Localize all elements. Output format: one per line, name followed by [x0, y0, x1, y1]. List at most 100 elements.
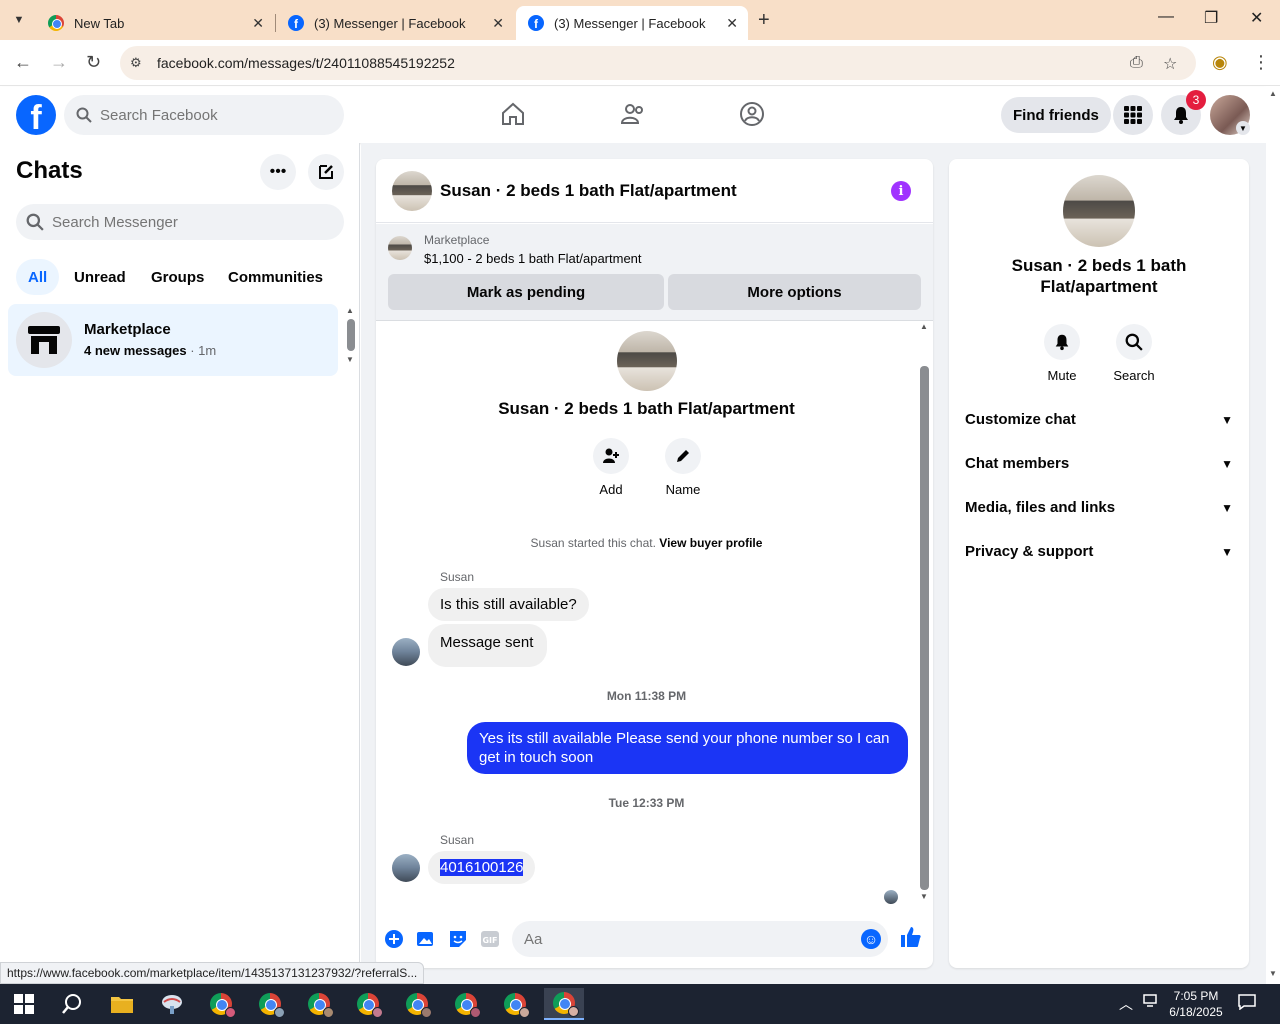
facebook-search-input[interactable]: [100, 106, 320, 124]
home-icon[interactable]: [500, 101, 526, 133]
find-friends-button[interactable]: Find friends: [1001, 97, 1111, 133]
scroll-down-arrow-icon[interactable]: ▼: [920, 892, 928, 901]
search-action[interactable]: Search: [1104, 324, 1164, 383]
chrome-profile-icon[interactable]: [299, 988, 339, 1020]
conversation-profile-name: Susan · 2 beds 1 bath Flat/apartment: [498, 399, 795, 418]
chrome-profile-icon[interactable]: [397, 988, 437, 1020]
kebab-menu-icon[interactable]: ⋮: [1252, 52, 1270, 73]
tab-close-icon[interactable]: ✕: [252, 15, 264, 32]
chat-members-section[interactable]: Chat members ▼: [965, 455, 1233, 472]
message-input-box[interactable]: [512, 921, 888, 957]
show-hidden-icons-chevron-icon[interactable]: ︿: [1119, 994, 1133, 1014]
customize-chat-section[interactable]: Customize chat ▼: [965, 411, 1233, 428]
mark-as-pending-button[interactable]: Mark as pending: [388, 274, 664, 310]
chrome-profile-icon[interactable]: [446, 988, 486, 1020]
plus-circle-icon[interactable]: [383, 928, 405, 950]
incoming-message[interactable]: 4016100126: [428, 851, 536, 884]
reload-icon[interactable]: ↻: [86, 52, 101, 73]
mute-action[interactable]: Mute: [1032, 324, 1092, 383]
chrome-profile-icon-active[interactable]: [544, 988, 584, 1020]
scroll-up-arrow-icon[interactable]: ▲: [346, 306, 356, 315]
sender-avatar[interactable]: [392, 854, 420, 882]
install-app-icon[interactable]: ⎙: [1130, 54, 1143, 72]
browser-tab-new-tab[interactable]: New Tab ✕: [36, 6, 274, 40]
app-icon[interactable]: [152, 988, 192, 1020]
network-icon[interactable]: [1143, 994, 1159, 1011]
listing-thumbnail[interactable]: [388, 236, 412, 260]
view-buyer-profile-link[interactable]: View buyer profile: [659, 536, 762, 550]
profile-icon[interactable]: ◉: [1212, 52, 1228, 73]
tab-close-icon[interactable]: ✕: [726, 15, 738, 32]
listing-avatar[interactable]: [392, 171, 432, 211]
omnibox[interactable]: ⚙ facebook.com/messages/t/24011088545192…: [120, 46, 1196, 80]
name-action[interactable]: Name: [653, 438, 713, 497]
search-icon[interactable]: [52, 988, 92, 1020]
info-profile-avatar[interactable]: [1063, 175, 1135, 247]
site-settings-icon[interactable]: ⚙: [130, 55, 142, 71]
listing-title[interactable]: $1,100 - 2 beds 1 bath Flat/apartment: [424, 251, 642, 266]
file-explorer-icon[interactable]: [102, 988, 142, 1020]
privacy-support-section[interactable]: Privacy & support ▼: [965, 543, 1233, 560]
chrome-profile-icon[interactable]: [348, 988, 388, 1020]
url-text[interactable]: facebook.com/messages/t/2401108854519225…: [157, 55, 455, 71]
message-input[interactable]: [524, 930, 844, 948]
bookmark-star-icon[interactable]: ☆: [1163, 54, 1177, 74]
conversation-title[interactable]: Susan · 2 beds 1 bath Flat/apartment: [440, 181, 737, 201]
conversation-scrollbar[interactable]: ▲ ▼: [917, 322, 933, 902]
info-icon[interactable]: i: [891, 181, 911, 201]
more-options-button[interactable]: More options: [668, 274, 921, 310]
notification-center-icon[interactable]: [1238, 994, 1256, 1013]
outgoing-message[interactable]: Yes its still available Please send your…: [467, 722, 908, 774]
browser-tab-messenger-1[interactable]: f (3) Messenger | Facebook ✕: [276, 6, 514, 40]
emoji-icon[interactable]: ☺: [861, 929, 881, 949]
forward-arrow-icon[interactable]: →: [50, 52, 68, 73]
chrome-profile-icon[interactable]: [250, 988, 290, 1020]
groups-icon[interactable]: [739, 101, 765, 133]
tab-search-chevron-icon[interactable]: ▼: [6, 7, 32, 33]
new-tab-plus-icon[interactable]: +: [758, 9, 770, 32]
filter-communities[interactable]: Communities: [216, 259, 335, 295]
photo-icon[interactable]: [415, 928, 437, 950]
tab-close-icon[interactable]: ✕: [492, 15, 504, 32]
scrollbar-thumb[interactable]: [347, 319, 355, 351]
thumbs-up-icon[interactable]: [900, 926, 922, 954]
incoming-message[interactable]: Is this still available?: [428, 588, 589, 621]
add-action[interactable]: Add: [581, 438, 641, 497]
page-scrollbar[interactable]: ▲ ▼: [1266, 87, 1280, 984]
gif-icon[interactable]: GIF: [479, 928, 501, 950]
chrome-profile-icon[interactable]: [201, 988, 241, 1020]
messenger-search-input[interactable]: [52, 213, 272, 231]
new-message-icon[interactable]: [308, 154, 344, 190]
minimize-icon[interactable]: —: [1158, 8, 1174, 26]
window-close-icon[interactable]: ✕: [1250, 8, 1263, 28]
facebook-search[interactable]: [64, 95, 344, 135]
scroll-up-arrow-icon[interactable]: ▲: [1269, 89, 1277, 98]
phone-number-text[interactable]: 4016100126: [440, 859, 524, 876]
menu-grid-icon[interactable]: [1113, 95, 1153, 135]
restore-icon[interactable]: ❐: [1204, 8, 1218, 28]
chats-scrollbar[interactable]: ▲ ▼: [346, 306, 356, 368]
windows-start-icon[interactable]: [4, 988, 44, 1020]
filter-all[interactable]: All: [16, 259, 60, 295]
filter-unread[interactable]: Unread: [62, 259, 138, 295]
more-options-icon[interactable]: •••: [260, 154, 296, 190]
chat-item-marketplace[interactable]: Marketplace 4 new messages · 1m: [8, 304, 338, 376]
scrollbar-thumb[interactable]: [920, 366, 929, 890]
system-clock[interactable]: 7:05 PM 6/18/2025: [1166, 988, 1226, 1020]
friends-icon[interactable]: [620, 101, 646, 133]
scroll-down-arrow-icon[interactable]: ▼: [346, 355, 356, 364]
conversation-profile-avatar: [617, 331, 677, 391]
facebook-logo-icon[interactable]: f: [16, 95, 56, 135]
chevron-down-icon[interactable]: ▼: [1236, 121, 1250, 135]
chrome-profile-icon[interactable]: [495, 988, 535, 1020]
filter-groups[interactable]: Groups: [139, 259, 216, 295]
scroll-up-arrow-icon[interactable]: ▲: [920, 322, 928, 331]
browser-tab-messenger-active[interactable]: f (3) Messenger | Facebook ✕: [516, 6, 748, 40]
sender-avatar[interactable]: [392, 638, 420, 666]
sticker-icon[interactable]: [447, 928, 469, 950]
incoming-message[interactable]: Message sent: [428, 624, 548, 667]
messenger-search[interactable]: [16, 204, 344, 240]
back-arrow-icon[interactable]: ←: [14, 52, 32, 73]
scroll-down-arrow-icon[interactable]: ▼: [1269, 969, 1277, 978]
media-files-links-section[interactable]: Media, files and links ▼: [965, 499, 1233, 516]
